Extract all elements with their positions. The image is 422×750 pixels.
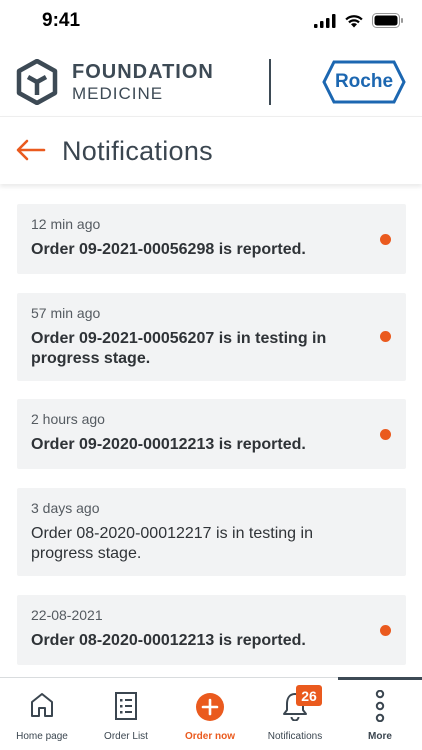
unread-dot-icon	[380, 331, 391, 342]
brand-line1: FOUNDATION	[72, 61, 214, 83]
notification-time: 2 hours ago	[31, 411, 105, 427]
bottom-tab-bar: Home page Order List Order now Notificat…	[0, 677, 422, 750]
home-icon	[31, 693, 53, 717]
foundation-medicine-logo-icon	[16, 59, 58, 105]
tab-more[interactable]: More	[338, 678, 422, 750]
notification-message: Order 08-2020-00012217 is in testing in …	[31, 525, 313, 562]
tab-label: More	[368, 731, 392, 742]
notification-item[interactable]: 22-08-2021 Order 08-2020-00012213 is rep…	[17, 595, 406, 665]
notification-message: Order 09-2021-00056207 is in testing in …	[31, 330, 327, 367]
notification-time: 12 min ago	[31, 216, 101, 232]
notification-item[interactable]: 2 hours ago Order 09-2020-00012213 is re…	[17, 399, 406, 469]
status-bar: 9:41	[0, 0, 422, 44]
notification-time: 22-08-2021	[31, 607, 103, 623]
tab-home-page[interactable]: Home page	[0, 678, 84, 750]
notification-count-badge: 26	[296, 685, 322, 706]
roche-wordmark: Roche	[334, 71, 394, 92]
brand-bar: FOUNDATION MEDICINE Roche	[0, 50, 422, 114]
tab-label: Order List	[104, 731, 148, 742]
notification-item[interactable]: 3 days ago Order 08-2020-00012217 is in …	[17, 488, 406, 576]
back-arrow-icon[interactable]	[16, 139, 46, 161]
tab-order-now[interactable]: Order now	[168, 678, 252, 750]
foundation-medicine-wordmark: FOUNDATION MEDICINE	[72, 62, 214, 102]
notification-time: 57 min ago	[31, 305, 101, 321]
battery-icon	[372, 13, 403, 28]
notification-message: Order 09-2021-00056298 is reported.	[31, 241, 306, 258]
tab-label: Order now	[184, 731, 235, 742]
notification-message: Order 08-2020-00012213 is reported.	[31, 632, 306, 649]
tab-notifications[interactable]: Notifications	[253, 678, 337, 750]
notification-list[interactable]: 12 min ago Order 09-2021-00056298 is rep…	[0, 184, 422, 676]
order-list-icon	[115, 692, 137, 720]
tab-label: Home page	[16, 731, 68, 742]
brand-line2: MEDICINE	[72, 84, 164, 103]
status-time: 9:41	[42, 10, 81, 31]
tab-order-list[interactable]: Order List	[84, 678, 168, 750]
tab-label: Notifications	[267, 731, 323, 742]
plus-circle-icon	[196, 693, 224, 721]
notification-message: Order 09-2020-00012213 is reported.	[31, 436, 306, 453]
notification-time: 3 days ago	[31, 500, 100, 516]
notification-item[interactable]: 57 min ago Order 09-2021-00056207 is in …	[17, 293, 406, 381]
page-header: Notifications	[0, 116, 422, 184]
unread-dot-icon	[380, 234, 391, 245]
unread-dot-icon	[380, 625, 391, 636]
more-vertical-icon	[375, 690, 385, 722]
wifi-icon	[345, 14, 363, 27]
cellular-signal-icon	[314, 13, 336, 28]
unread-dot-icon	[380, 429, 391, 440]
page-title: Notifications	[62, 136, 213, 166]
notification-item[interactable]: 12 min ago Order 09-2021-00056298 is rep…	[17, 204, 406, 274]
brand-divider	[269, 59, 271, 105]
status-icons	[314, 13, 404, 28]
